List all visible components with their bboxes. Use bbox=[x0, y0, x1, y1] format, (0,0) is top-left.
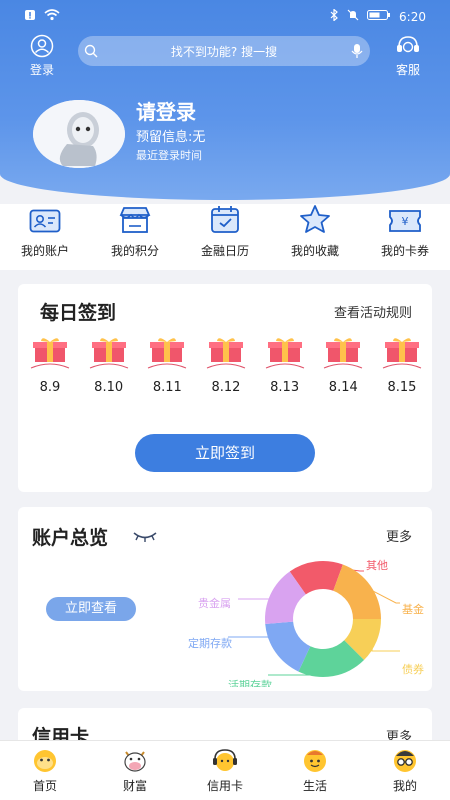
checkin-day-label: 8.12 bbox=[211, 380, 241, 395]
mute-bell-icon bbox=[347, 9, 359, 24]
checkin-button[interactable]: 立即签到 bbox=[135, 434, 315, 472]
quick-menu-label: 我的账户 bbox=[20, 244, 69, 258]
mine-mascot-icon bbox=[370, 747, 440, 773]
gift-icon bbox=[206, 338, 246, 369]
gift-icon bbox=[30, 338, 70, 369]
checkin-day-label: 8.11 bbox=[152, 380, 182, 395]
quick-menu: 我的账户 我的积分 金融日历 我的收藏 ¥ 我的卡券 bbox=[0, 204, 450, 270]
avatar[interactable] bbox=[33, 100, 125, 168]
notification-icon bbox=[24, 9, 36, 24]
checkin-day: 8.14 bbox=[317, 336, 369, 395]
nav-label: 我的 bbox=[392, 779, 417, 793]
checkin-day-label: 8.14 bbox=[328, 380, 358, 395]
star-icon bbox=[275, 204, 355, 234]
checkin-day: 8.15 bbox=[376, 336, 428, 395]
nav-label: 生活 bbox=[302, 779, 327, 793]
gift-icon bbox=[148, 338, 187, 369]
points-shop-icon bbox=[95, 204, 175, 234]
asset-donut-chart: 其他基金债券活期存款 定期存款 贵金属 bbox=[188, 559, 424, 687]
quick-menu-label: 我的收藏 bbox=[290, 244, 339, 258]
nav-label: 财富 bbox=[122, 779, 147, 793]
life-mascot-icon bbox=[280, 747, 350, 773]
gift-icon bbox=[265, 338, 304, 369]
nav-label: 信用卡 bbox=[206, 779, 243, 793]
overview-title: 账户总览 bbox=[32, 527, 109, 549]
checkin-day-label: 8.15 bbox=[387, 380, 417, 395]
donut-label: 基金 bbox=[402, 602, 424, 616]
checkin-day: 8.9 bbox=[24, 336, 76, 395]
search-icon bbox=[78, 44, 104, 58]
donut-label: 活期存款 bbox=[228, 678, 272, 687]
quick-menu-my-points[interactable]: 我的积分 bbox=[95, 204, 175, 270]
nav-home[interactable]: 首页 bbox=[10, 741, 80, 800]
mascot-icon bbox=[33, 100, 125, 168]
search-bar[interactable]: 找不到功能? 搜一搜 bbox=[78, 36, 370, 66]
checkin-title: 每日签到 bbox=[40, 302, 117, 324]
nav-credit-card[interactable]: 信用卡 bbox=[190, 741, 260, 800]
battery-icon bbox=[367, 9, 391, 24]
calendar-icon bbox=[185, 204, 265, 234]
checkin-day-label: 8.10 bbox=[94, 380, 124, 395]
checkin-day: 8.12 bbox=[200, 336, 252, 395]
view-rules-link[interactable]: 查看活动规则 bbox=[334, 302, 412, 321]
headset-icon bbox=[392, 34, 424, 61]
nav-life[interactable]: 生活 bbox=[280, 741, 350, 800]
coupon-icon: ¥ bbox=[365, 204, 445, 234]
gift-icon bbox=[324, 338, 363, 369]
donut-label: 债券 bbox=[402, 662, 424, 676]
quick-menu-label: 我的卡券 bbox=[380, 244, 429, 258]
svg-text:¥: ¥ bbox=[402, 215, 409, 228]
donut-label: 定期存款 bbox=[188, 636, 232, 650]
gift-icon bbox=[382, 338, 422, 369]
last-login-time: 最近登录时间 bbox=[136, 149, 202, 162]
home-mascot-icon bbox=[10, 747, 80, 773]
nav-label: 首页 bbox=[32, 779, 57, 793]
overview-more-link[interactable]: 更多 bbox=[386, 526, 412, 545]
status-bar: 6:20 bbox=[0, 6, 450, 28]
account-card-icon bbox=[5, 204, 85, 234]
microphone-icon[interactable] bbox=[344, 43, 370, 59]
credit-card-mascot-icon bbox=[190, 747, 260, 773]
eye-closed-icon[interactable] bbox=[132, 527, 158, 546]
checkin-day: 8.13 bbox=[259, 336, 311, 395]
bottom-nav: 首页 财富 信用卡 生活 我的 bbox=[0, 740, 450, 800]
search-placeholder: 找不到功能? 搜一搜 bbox=[170, 44, 278, 59]
wifi-icon bbox=[44, 9, 60, 24]
checkin-day-label: 8.13 bbox=[270, 380, 300, 395]
daily-checkin-card: 每日签到 查看活动规则 8.9 8.10 8.11 8.12 8.13 8.14 bbox=[18, 284, 432, 492]
quick-menu-my-favorites[interactable]: 我的收藏 bbox=[275, 204, 355, 270]
account-overview-card: 账户总览 更多 立即查看 其他基金债券活期存款 定期存款 贵金属 bbox=[18, 507, 432, 691]
checkin-days: 8.9 8.10 8.11 8.12 8.13 8.14 8.15 bbox=[24, 336, 428, 395]
customer-service-button[interactable]: 客服 bbox=[392, 34, 424, 78]
nav-mine[interactable]: 我的 bbox=[370, 741, 440, 800]
donut-label: 贵金属 bbox=[198, 596, 231, 610]
bluetooth-icon bbox=[330, 8, 339, 24]
checkin-day: 8.11 bbox=[141, 336, 193, 395]
login-prompt-title[interactable]: 请登录 bbox=[136, 96, 196, 125]
login-label: 登录 bbox=[29, 63, 54, 77]
donut-label: 其他 bbox=[366, 559, 388, 572]
quick-menu-finance-calendar[interactable]: 金融日历 bbox=[185, 204, 265, 270]
quick-menu-label: 金融日历 bbox=[200, 244, 249, 258]
profile-header: 6:20 登录 找不到功能? 搜一搜 客服 请登录 预留信息:无 最近登录时间 bbox=[0, 0, 450, 200]
quick-menu-label: 我的积分 bbox=[110, 244, 159, 258]
user-icon bbox=[26, 34, 58, 61]
nav-wealth[interactable]: 财富 bbox=[100, 741, 170, 800]
wealth-cow-icon bbox=[100, 747, 170, 773]
quick-menu-my-account[interactable]: 我的账户 bbox=[5, 204, 85, 270]
checkin-day-label: 8.9 bbox=[39, 380, 61, 395]
clock: 6:20 bbox=[399, 9, 426, 24]
checkin-day: 8.10 bbox=[83, 336, 135, 395]
view-now-button[interactable]: 立即查看 bbox=[46, 597, 136, 621]
gift-icon bbox=[89, 338, 128, 369]
login-button[interactable]: 登录 bbox=[26, 34, 58, 78]
quick-menu-my-coupons[interactable]: ¥ 我的卡券 bbox=[365, 204, 445, 270]
service-label: 客服 bbox=[395, 63, 420, 77]
reserved-info: 预留信息:无 bbox=[136, 130, 206, 145]
